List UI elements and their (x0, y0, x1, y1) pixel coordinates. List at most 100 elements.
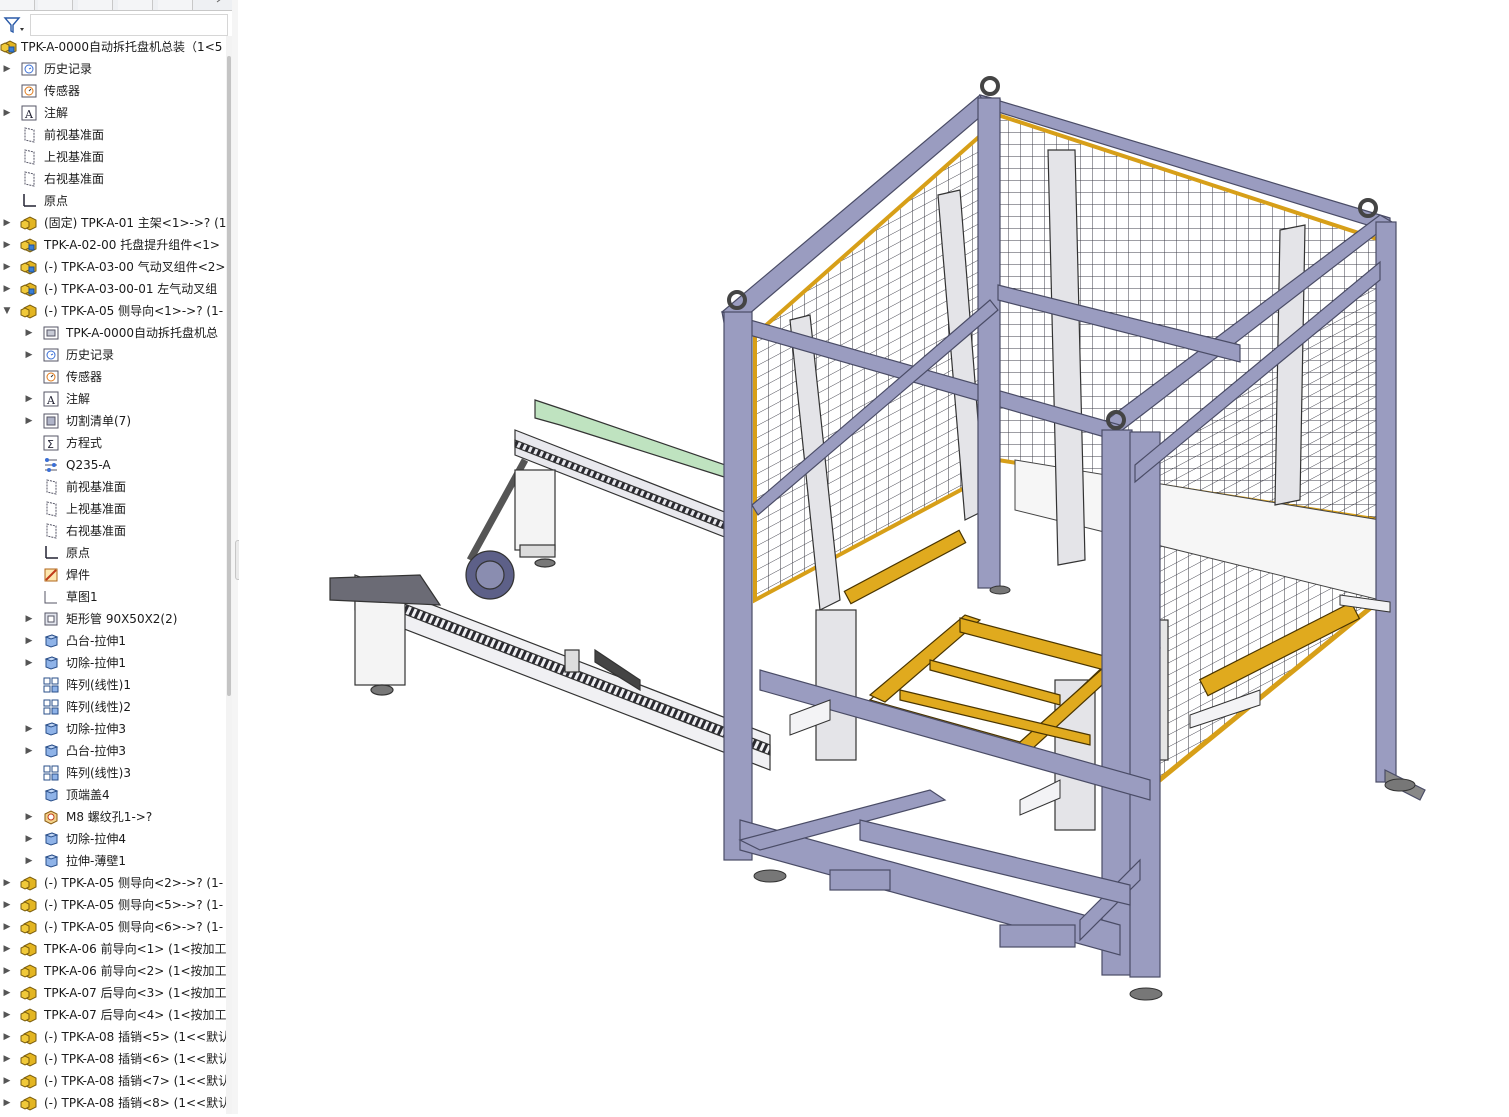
tab-display-manager[interactable] (158, 0, 193, 10)
expand-arrow-icon[interactable]: ▶ (24, 635, 34, 647)
tab-property-manager[interactable] (38, 0, 73, 10)
tree-item[interactable]: ▶ (-) TPK-A-08 插销<5> (1<<默认 (0, 1026, 230, 1048)
tree-item[interactable]: ▶ 切除-拉伸4 (0, 828, 226, 850)
tree-item[interactable]: 传感器 (0, 366, 226, 388)
tab-feature-manager[interactable] (0, 0, 35, 10)
tree-item[interactable]: ▶ TPK-A-07 后导向<4> (1<按加工 (0, 1004, 227, 1026)
graphics-viewport[interactable] (239, 0, 1509, 1114)
tree-item[interactable]: 草图1 (0, 586, 226, 608)
tree-item[interactable]: ▶ TPK-A-06 前导向<2> (1<按加工 (0, 960, 227, 982)
tree-item[interactable]: TPK-A-0000自动拆托盘机总装（1<5 (0, 36, 226, 58)
expand-arrow-icon[interactable]: ▶ (2, 899, 12, 911)
expand-arrow-icon[interactable]: ▶ (2, 63, 12, 75)
tree-item[interactable]: Q235-A (0, 454, 226, 476)
tree-item[interactable]: ▶ (-) TPK-A-05 侧导向<5>->? (1- (0, 894, 226, 916)
expand-arrow-icon (24, 701, 34, 713)
tree-item[interactable]: ▶ TPK-A-06 前导向<1> (1<按加工 (0, 938, 227, 960)
tree-item[interactable]: ▶ 历史记录 (0, 344, 226, 366)
history-icon (42, 346, 60, 364)
tree-item[interactable]: ▶ TPK-A-02-00 托盘提升组件<1> (0, 234, 226, 256)
expand-arrow-icon[interactable]: ▶ (24, 415, 34, 427)
expand-arrow-icon[interactable]: ▶ (2, 1075, 12, 1087)
expand-arrow-icon[interactable]: ▶ (2, 261, 12, 273)
tree-item[interactable]: 传感器 (0, 80, 226, 102)
expand-arrow-icon[interactable]: ▶ (2, 921, 12, 933)
subassembly-icon (20, 984, 38, 1002)
tree-item[interactable]: ▶ 历史记录 (0, 58, 226, 80)
tree-item[interactable]: ▶ (-) TPK-A-05 侧导向<6>->? (1- (0, 916, 226, 938)
tree-item[interactable]: ▶ A 注解 (0, 102, 226, 124)
tree-item[interactable]: ▶ (-) TPK-A-03-00-01 左气动叉组 (0, 278, 226, 300)
expand-arrow-icon[interactable]: ▶ (24, 613, 34, 625)
expand-arrow-icon[interactable]: ▶ (2, 987, 12, 999)
expand-arrow-icon[interactable]: ▶ (2, 1009, 12, 1021)
tree-item[interactable]: ▶ (-) TPK-A-08 插销<7> (1<<默认 (0, 1070, 230, 1092)
expand-arrow-icon[interactable]: ▶ (24, 327, 34, 339)
expand-arrow-icon[interactable]: ▶ (24, 349, 34, 361)
expand-arrow-icon[interactable]: ▶ (24, 833, 34, 845)
filter-input[interactable] (30, 14, 228, 36)
tree-item[interactable]: ▶ 矩形管 90X50X2(2) (0, 608, 226, 630)
expand-arrow-icon[interactable]: ▶ (24, 745, 34, 757)
tree-item[interactable]: ▶ (-) TPK-A-03-00 气动叉组件<2> (0, 256, 226, 278)
expand-arrow-icon (24, 459, 34, 471)
collapse-arrow-icon[interactable]: ▼ (2, 305, 12, 317)
tree-item[interactable]: ▶ TPK-A-07 后导向<3> (1<按加工 (0, 982, 227, 1004)
expand-arrow-icon[interactable]: ▶ (24, 723, 34, 735)
tree-item[interactable]: 前视基准面 (0, 124, 226, 146)
tree-item[interactable]: ▶ 凸台-拉伸3 (0, 740, 226, 762)
subassembly-icon (20, 1006, 38, 1024)
tree-item[interactable]: 右视基准面 (0, 520, 226, 542)
expand-arrow-icon[interactable]: ▶ (2, 1097, 12, 1109)
expand-arrow-icon[interactable]: ▶ (24, 811, 34, 823)
tree-item[interactable]: 上视基准面 (0, 146, 226, 168)
tab-configuration-manager[interactable] (78, 0, 113, 10)
tree-item[interactable]: ▶ (固定) TPK-A-01 主架<1>->? (1 (0, 212, 226, 234)
expand-arrow-icon (24, 371, 34, 383)
tree-item[interactable]: ▶ (-) TPK-A-05 侧导向<2>->? (1- (0, 872, 226, 894)
tree-item[interactable]: Σ 方程式 (0, 432, 226, 454)
tree-item[interactable]: ▶ A 注解 (0, 388, 226, 410)
tree-item[interactable]: ▶ 切除-拉伸3 (0, 718, 226, 740)
tree-item[interactable]: 上视基准面 (0, 498, 226, 520)
tree-item[interactable]: ▶ 拉伸-薄壁1 (0, 850, 226, 872)
expand-arrow-icon[interactable]: ▶ (2, 943, 12, 955)
subassembly-icon (20, 918, 38, 936)
tree-item[interactable]: 阵列(线性)2 (0, 696, 226, 718)
plane-icon (20, 170, 38, 188)
expand-arrow-icon[interactable]: ▶ (2, 877, 12, 889)
tree-item[interactable]: 焊件 (0, 564, 226, 586)
expand-arrow-icon[interactable]: ▶ (24, 855, 34, 867)
tree-item[interactable]: 阵列(线性)3 (0, 762, 226, 784)
svg-text:A: A (46, 394, 56, 407)
tree-item[interactable]: 原点 (0, 190, 226, 212)
tree-item[interactable]: 原点 (0, 542, 226, 564)
expand-arrow-icon[interactable]: ▶ (2, 283, 12, 295)
tree-item[interactable]: ▶ (-) TPK-A-08 插销<6> (1<<默认 (0, 1048, 230, 1070)
expand-arrow-icon[interactable]: ▶ (2, 239, 12, 251)
expand-arrow-icon[interactable]: ▶ (2, 1031, 12, 1043)
expand-arrow-icon[interactable]: ▶ (2, 107, 12, 119)
tree-item[interactable]: 右视基准面 (0, 168, 226, 190)
tree-item[interactable]: ▶ M8 螺纹孔1->? (0, 806, 226, 828)
filter-icon[interactable] (3, 16, 27, 34)
chevron-right-icon[interactable] (214, 0, 224, 4)
tree-item[interactable]: 前视基准面 (0, 476, 226, 498)
expand-arrow-icon[interactable]: ▶ (2, 965, 12, 977)
expand-arrow-icon[interactable]: ▶ (24, 657, 34, 669)
tree-item-label: TPK-A-02-00 托盘提升组件<1> (44, 238, 220, 252)
tree-item[interactable]: ▶ 切除-拉伸1 (0, 652, 226, 674)
annotation-icon: A (42, 390, 60, 408)
tree-item[interactable]: ▼ (-) TPK-A-05 侧导向<1>->? (1- (0, 300, 226, 322)
tree-item[interactable]: ▶ (-) TPK-A-08 插销<8> (1<<默认 (0, 1092, 230, 1114)
expand-arrow-icon[interactable]: ▶ (2, 217, 12, 229)
expand-arrow-icon[interactable]: ▶ (24, 393, 34, 405)
tab-dimxpert[interactable] (118, 0, 153, 10)
scrollbar-thumb[interactable] (227, 56, 231, 696)
expand-arrow-icon[interactable]: ▶ (2, 1053, 12, 1065)
tree-item[interactable]: ▶ 凸台-拉伸1 (0, 630, 226, 652)
tree-item[interactable]: ▶ TPK-A-0000自动拆托盘机总 (0, 322, 226, 344)
tree-item[interactable]: ▶ 切割清单(7) (0, 410, 226, 432)
tree-item[interactable]: 顶端盖4 (0, 784, 226, 806)
tree-item[interactable]: 阵列(线性)1 (0, 674, 226, 696)
